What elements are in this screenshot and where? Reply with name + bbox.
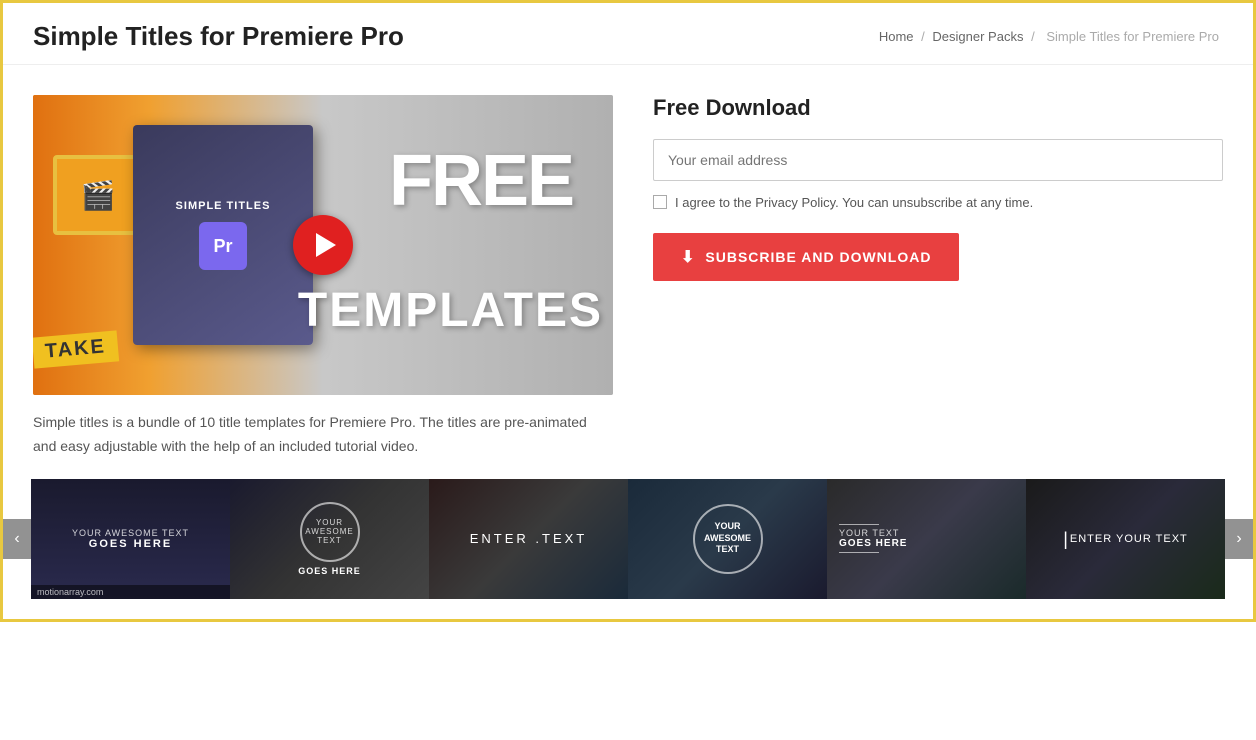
download-icon: ⬇ <box>681 247 695 267</box>
main-content: 🎬 SIMPLE TITLES Pr FREE TEMPLATES TAKE S… <box>3 65 1253 479</box>
subscribe-label: SUBSCRIBE AND DOWNLOAD <box>705 249 931 265</box>
slide-1-watermark: motionarray.com <box>31 585 230 599</box>
subscribe-button[interactable]: ⬇ SUBSCRIBE AND DOWNLOAD <box>653 233 959 281</box>
slide-5-line2 <box>839 552 879 553</box>
slide-6-text: ENTER YOUR TEXT <box>1070 533 1188 545</box>
play-icon <box>316 233 336 257</box>
list-item[interactable]: YOUR AWESOME TEXT GOES HERE <box>230 479 429 599</box>
slide-2-bottom: GOES HERE <box>298 566 361 576</box>
privacy-row: I agree to the Privacy Policy. You can u… <box>653 193 1223 213</box>
slide-1-bottom-text: GOES HERE <box>89 538 172 550</box>
free-download-title: Free Download <box>653 95 1223 121</box>
slide-5-top: YOUR TEXT <box>839 528 899 538</box>
slide-2-circle: YOUR AWESOME TEXT <box>300 502 360 562</box>
breadcrumb-sep2: / <box>1031 29 1035 44</box>
page-title: Simple Titles for Premiere Pro <box>33 21 404 52</box>
box-graphic: SIMPLE TITLES Pr <box>133 125 313 345</box>
list-item[interactable]: YOURAWESOMETEXT <box>628 479 827 599</box>
list-item[interactable]: ENTER .TEXT <box>429 479 628 599</box>
slide-6-text-container: | ENTER YOUR TEXT <box>1063 530 1188 548</box>
email-field[interactable] <box>653 139 1223 181</box>
breadcrumb-designer-packs[interactable]: Designer Packs <box>932 29 1023 44</box>
list-item[interactable]: YOUR TEXT GOES HERE <box>827 479 1026 599</box>
box-label: SIMPLE TITLES <box>176 200 271 212</box>
privacy-checkbox[interactable] <box>653 195 667 209</box>
breadcrumb-current: Simple Titles for Premiere Pro <box>1046 29 1219 44</box>
clapperboard-icon: 🎬 <box>53 155 143 235</box>
breadcrumb: Home / Designer Packs / Simple Titles fo… <box>879 29 1223 44</box>
play-button[interactable] <box>293 215 353 275</box>
list-item[interactable]: YOUR AWESOME TEXT GOES HERE motionarray.… <box>31 479 230 599</box>
description-text: Simple titles is a bundle of 10 title te… <box>33 411 613 459</box>
slide-3-text: ENTER .TEXT <box>470 531 588 546</box>
carousel-next-button[interactable]: › <box>1225 519 1253 559</box>
slide-4-circle: YOURAWESOMETEXT <box>693 504 763 574</box>
video-thumbnail[interactable]: 🎬 SIMPLE TITLES Pr FREE TEMPLATES TAKE <box>33 95 613 395</box>
premiere-badge: Pr <box>199 222 247 270</box>
privacy-text: I agree to the Privacy Policy. You can u… <box>675 193 1033 213</box>
slide-5-bottom: GOES HERE <box>839 538 907 549</box>
slide-4-text: YOURAWESOMETEXT <box>704 521 751 556</box>
list-item[interactable]: | ENTER YOUR TEXT <box>1026 479 1225 599</box>
slide-2-top: YOUR AWESOME TEXT <box>302 518 358 545</box>
free-text: FREE <box>389 145 573 217</box>
templates-text: TEMPLATES <box>298 287 603 335</box>
carousel-prev-button[interactable]: ‹ <box>3 519 31 559</box>
slide-5-line1 <box>839 524 879 525</box>
carousel-track: YOUR AWESOME TEXT GOES HERE motionarray.… <box>31 479 1225 599</box>
left-column: 🎬 SIMPLE TITLES Pr FREE TEMPLATES TAKE S… <box>33 95 613 459</box>
slide-6-cursor: | <box>1063 530 1068 548</box>
carousel-container: ‹ YOUR AWESOME TEXT GOES HERE motionarra… <box>3 479 1253 599</box>
page-header: Simple Titles for Premiere Pro Home / De… <box>3 3 1253 65</box>
carousel-section: ‹ YOUR AWESOME TEXT GOES HERE motionarra… <box>3 479 1253 619</box>
right-column: Free Download I agree to the Privacy Pol… <box>653 95 1223 459</box>
slide-1-top-text: YOUR AWESOME TEXT <box>72 528 189 538</box>
breadcrumb-home[interactable]: Home <box>879 29 914 44</box>
breadcrumb-sep1: / <box>921 29 925 44</box>
